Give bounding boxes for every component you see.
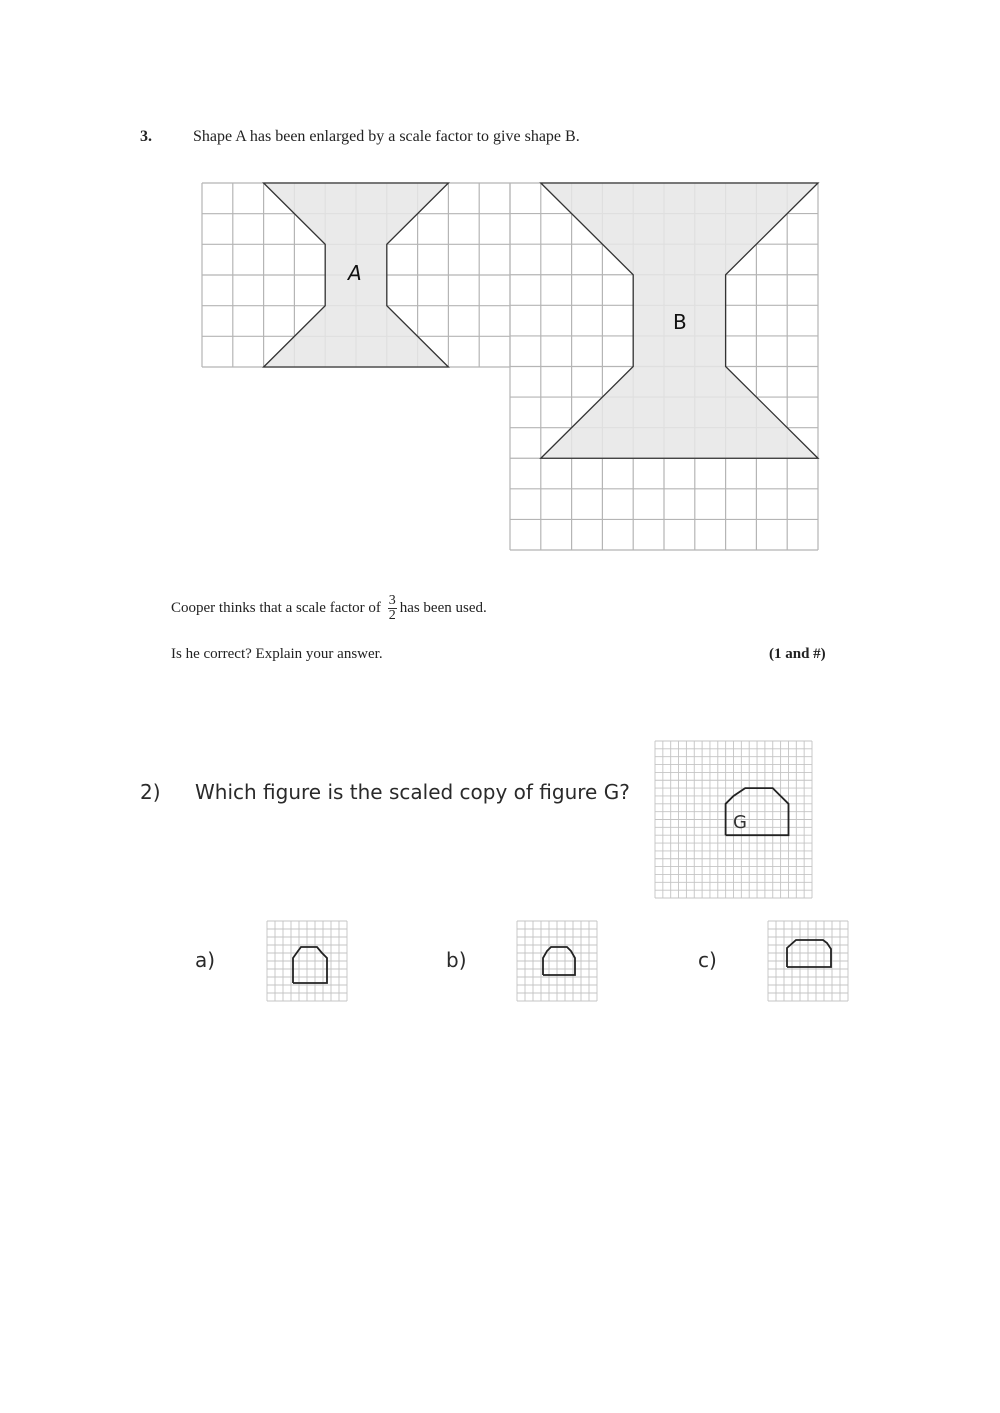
question-2-prompt: Which figure is the scaled copy of figur… — [195, 780, 630, 804]
option-b-label[interactable]: b) — [446, 948, 467, 972]
question-3-prompt: Shape A has been enlarged by a scale fac… — [193, 128, 580, 145]
shape-b-label: B — [673, 310, 687, 334]
cooper-statement: Cooper thinks that a scale factor of 3 2… — [171, 594, 487, 623]
option-a-label[interactable]: a) — [195, 948, 215, 972]
option-a-figure — [292, 946, 328, 984]
cooper-text-after: has been used. — [399, 599, 487, 616]
option-c-grid[interactable] — [767, 920, 849, 1002]
explain-question: Is he correct? Explain your answer. — [171, 646, 383, 662]
question-2-number: 2) — [140, 780, 161, 804]
question-3-number: 3. — [140, 128, 152, 145]
option-b-grid[interactable] — [516, 920, 598, 1002]
cooper-text-before: Cooper thinks that a scale factor of — [171, 599, 381, 616]
option-c-label[interactable]: c) — [698, 948, 717, 972]
figure-g-grid: G — [654, 740, 813, 899]
marks-label: (1 and #) — [769, 646, 826, 662]
fraction-numerator: 3 — [387, 593, 397, 609]
grid-lines — [767, 920, 849, 1002]
fraction-denominator: 2 — [388, 608, 396, 623]
grid-lines — [266, 920, 348, 1002]
scale-factor-fraction: 3 2 — [387, 593, 397, 623]
shape-a-label: A — [346, 261, 362, 285]
option-a-grid[interactable] — [266, 920, 348, 1002]
shape-a-grid: A — [201, 182, 511, 368]
figure-g-label: G — [733, 812, 747, 833]
shape-b-grid: B — [509, 182, 820, 551]
grid-lines — [516, 920, 598, 1002]
